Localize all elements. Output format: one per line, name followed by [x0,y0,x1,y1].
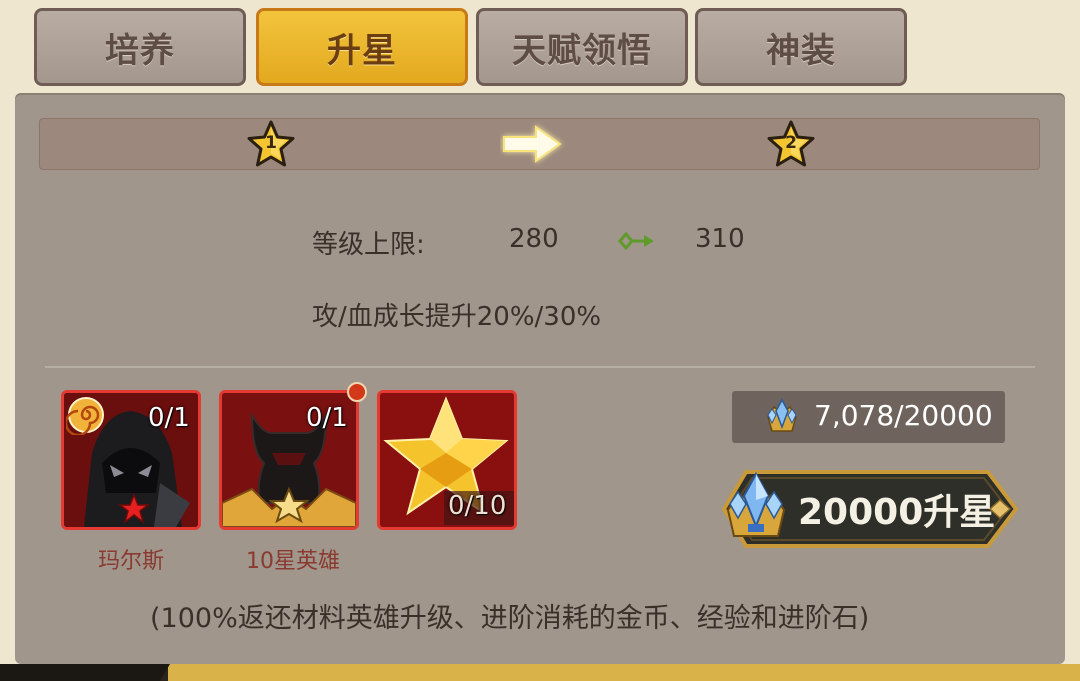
bottom-bar-tab [0,664,170,681]
material-card-10star-hero[interactable]: 0/1 [219,390,359,530]
crystal-crown-icon [767,398,797,432]
star-to-number: 2 [785,133,797,153]
growth-text: 攻/血成长提升20%/30% [312,302,602,332]
material-name: 玛尔斯 [97,549,164,574]
star-up-panel [15,93,1065,664]
material-name: 10星英雄 [246,549,340,574]
arrow-right-icon [503,125,562,163]
green-arrow-icon [618,231,654,251]
star-crystal-balance: 7,078/20000 [732,391,1005,443]
material-count: 0/1 [306,403,348,433]
tab-divine-gear[interactable]: 神装 [695,8,907,86]
tab-talent[interactable]: 天赋领悟 [476,8,688,86]
material-card-star-stone[interactable]: 0/10 [377,390,517,530]
notification-dot [347,382,367,402]
star-up-button-label: 20000升星 [798,492,996,533]
tab-label: 神装 [766,30,836,71]
star-up-button[interactable]: 20000升星 [718,466,1020,552]
tab-cultivate[interactable]: 培养 [34,8,246,86]
star-level-from-icon: 1 [245,119,297,171]
material-count: 0/10 [448,491,507,521]
refund-note: (100%返还材料英雄升级、进阶消耗的金币、经验和进阶石) [150,603,870,634]
bottom-bar-gold [168,664,1080,681]
spiral-badge-icon [66,397,104,435]
divider [45,366,1035,368]
tab-star-up[interactable]: 升星 [256,8,468,86]
crystal-crown-icon [726,471,786,537]
material-card-hero[interactable]: 0/1 [61,390,201,530]
level-cap-to: 310 [695,224,745,254]
red-star-icon [118,493,150,524]
tab-label: 升星 [327,30,397,71]
star-from-number: 1 [265,133,277,153]
tab-label: 培养 [105,30,175,71]
level-cap-label: 等级上限: [312,230,425,260]
material-count: 0/1 [148,403,190,433]
crystal-amount: 7,078/20000 [814,399,993,432]
star-level-to-icon: 2 [765,119,817,171]
level-cap-from: 280 [509,224,559,254]
tab-label: 天赋领悟 [512,30,652,71]
